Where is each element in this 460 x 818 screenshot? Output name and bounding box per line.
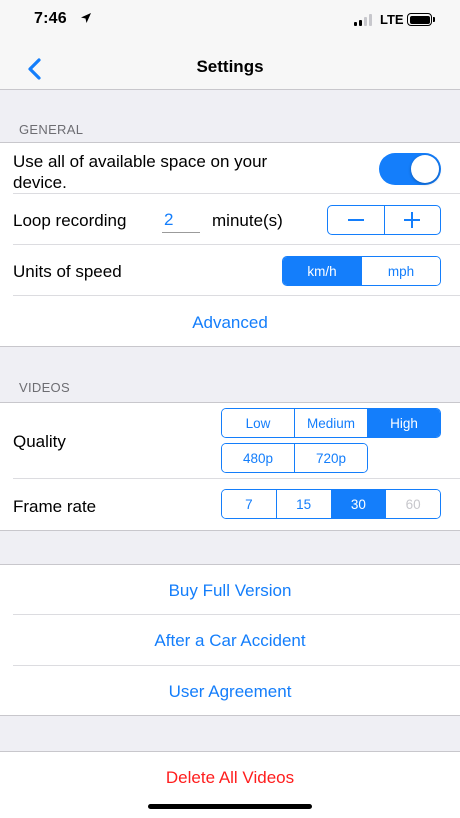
- cellular-signal-icon: [354, 14, 374, 26]
- frame-rate-option-15[interactable]: 15: [275, 490, 331, 518]
- advanced-link[interactable]: Advanced: [0, 313, 460, 333]
- battery-cap: [433, 17, 435, 22]
- decrement-button[interactable]: [328, 206, 384, 234]
- quality-option-480p[interactable]: 480p: [222, 444, 294, 472]
- frame-rate-segmented: 7 15 30 60: [221, 489, 441, 519]
- toggle-knob: [411, 155, 439, 183]
- page-title: Settings: [196, 57, 264, 76]
- plus-icon: [404, 212, 421, 228]
- links-group: Buy Full Version After a Car Accident Us…: [0, 564, 460, 716]
- loop-recording-label: Loop recording: [13, 211, 127, 230]
- loop-minutes-input[interactable]: [162, 207, 200, 233]
- frame-rate-label: Frame rate: [13, 497, 97, 516]
- use-space-label: Use all of available space on your devic…: [13, 152, 268, 192]
- row-frame-rate: Frame rate 7 15 30 60: [0, 479, 460, 532]
- quality-label: Quality: [13, 432, 66, 451]
- loop-stepper: [327, 205, 441, 235]
- row-use-space: Use all of available space on your devic…: [0, 143, 460, 194]
- row-advanced[interactable]: Advanced: [0, 296, 460, 348]
- quality-option-720p[interactable]: 720p: [294, 444, 367, 472]
- status-bar: 7:46 LTE: [0, 0, 460, 40]
- section-header-general: GENERAL: [19, 122, 84, 137]
- status-time: 7:46: [34, 10, 67, 27]
- row-delete-all-videos[interactable]: Delete All Videos: [0, 752, 460, 804]
- battery-icon: [407, 13, 432, 26]
- row-quality: Quality Low Medium High 480p 720p: [0, 403, 460, 479]
- quality-option-medium[interactable]: Medium: [294, 409, 367, 437]
- row-after-car-accident[interactable]: After a Car Accident: [0, 615, 460, 666]
- quality-option-high[interactable]: High: [367, 409, 440, 437]
- videos-group: Quality Low Medium High 480p 720p Frame …: [0, 402, 460, 531]
- frame-rate-option-7[interactable]: 7: [222, 490, 276, 518]
- quality-segmented-row2: 480p 720p: [221, 443, 368, 473]
- row-user-agreement[interactable]: User Agreement: [0, 666, 460, 717]
- network-type: LTE: [380, 12, 404, 27]
- use-space-toggle[interactable]: [379, 153, 441, 185]
- general-group: Use all of available space on your devic…: [0, 142, 460, 347]
- row-units-of-speed: Units of speed km/h mph: [0, 245, 460, 296]
- row-loop-recording: Loop recording minute(s): [0, 194, 460, 245]
- speed-unit-segmented: km/h mph: [282, 256, 441, 286]
- quality-option-low[interactable]: Low: [222, 409, 294, 437]
- speed-option-mph[interactable]: mph: [361, 257, 440, 285]
- frame-rate-option-30[interactable]: 30: [330, 490, 386, 518]
- navigation-bar: Settings: [0, 40, 460, 90]
- increment-button[interactable]: [383, 206, 441, 234]
- location-arrow-icon: [81, 13, 91, 23]
- section-header-videos: VIDEOS: [19, 380, 70, 395]
- quality-segmented-row1: Low Medium High: [221, 408, 441, 438]
- after-car-accident-link[interactable]: After a Car Accident: [0, 631, 460, 651]
- home-indicator: [148, 804, 312, 809]
- units-of-speed-label: Units of speed: [13, 262, 122, 281]
- delete-all-videos-button[interactable]: Delete All Videos: [0, 768, 460, 788]
- minus-icon: [347, 219, 364, 221]
- speed-option-kmh[interactable]: km/h: [283, 257, 361, 285]
- frame-rate-option-60: 60: [385, 490, 440, 518]
- buy-full-version-link[interactable]: Buy Full Version: [0, 581, 460, 601]
- row-buy-full-version[interactable]: Buy Full Version: [0, 565, 460, 615]
- user-agreement-link[interactable]: User Agreement: [0, 682, 460, 702]
- loop-unit-label: minute(s): [212, 211, 283, 230]
